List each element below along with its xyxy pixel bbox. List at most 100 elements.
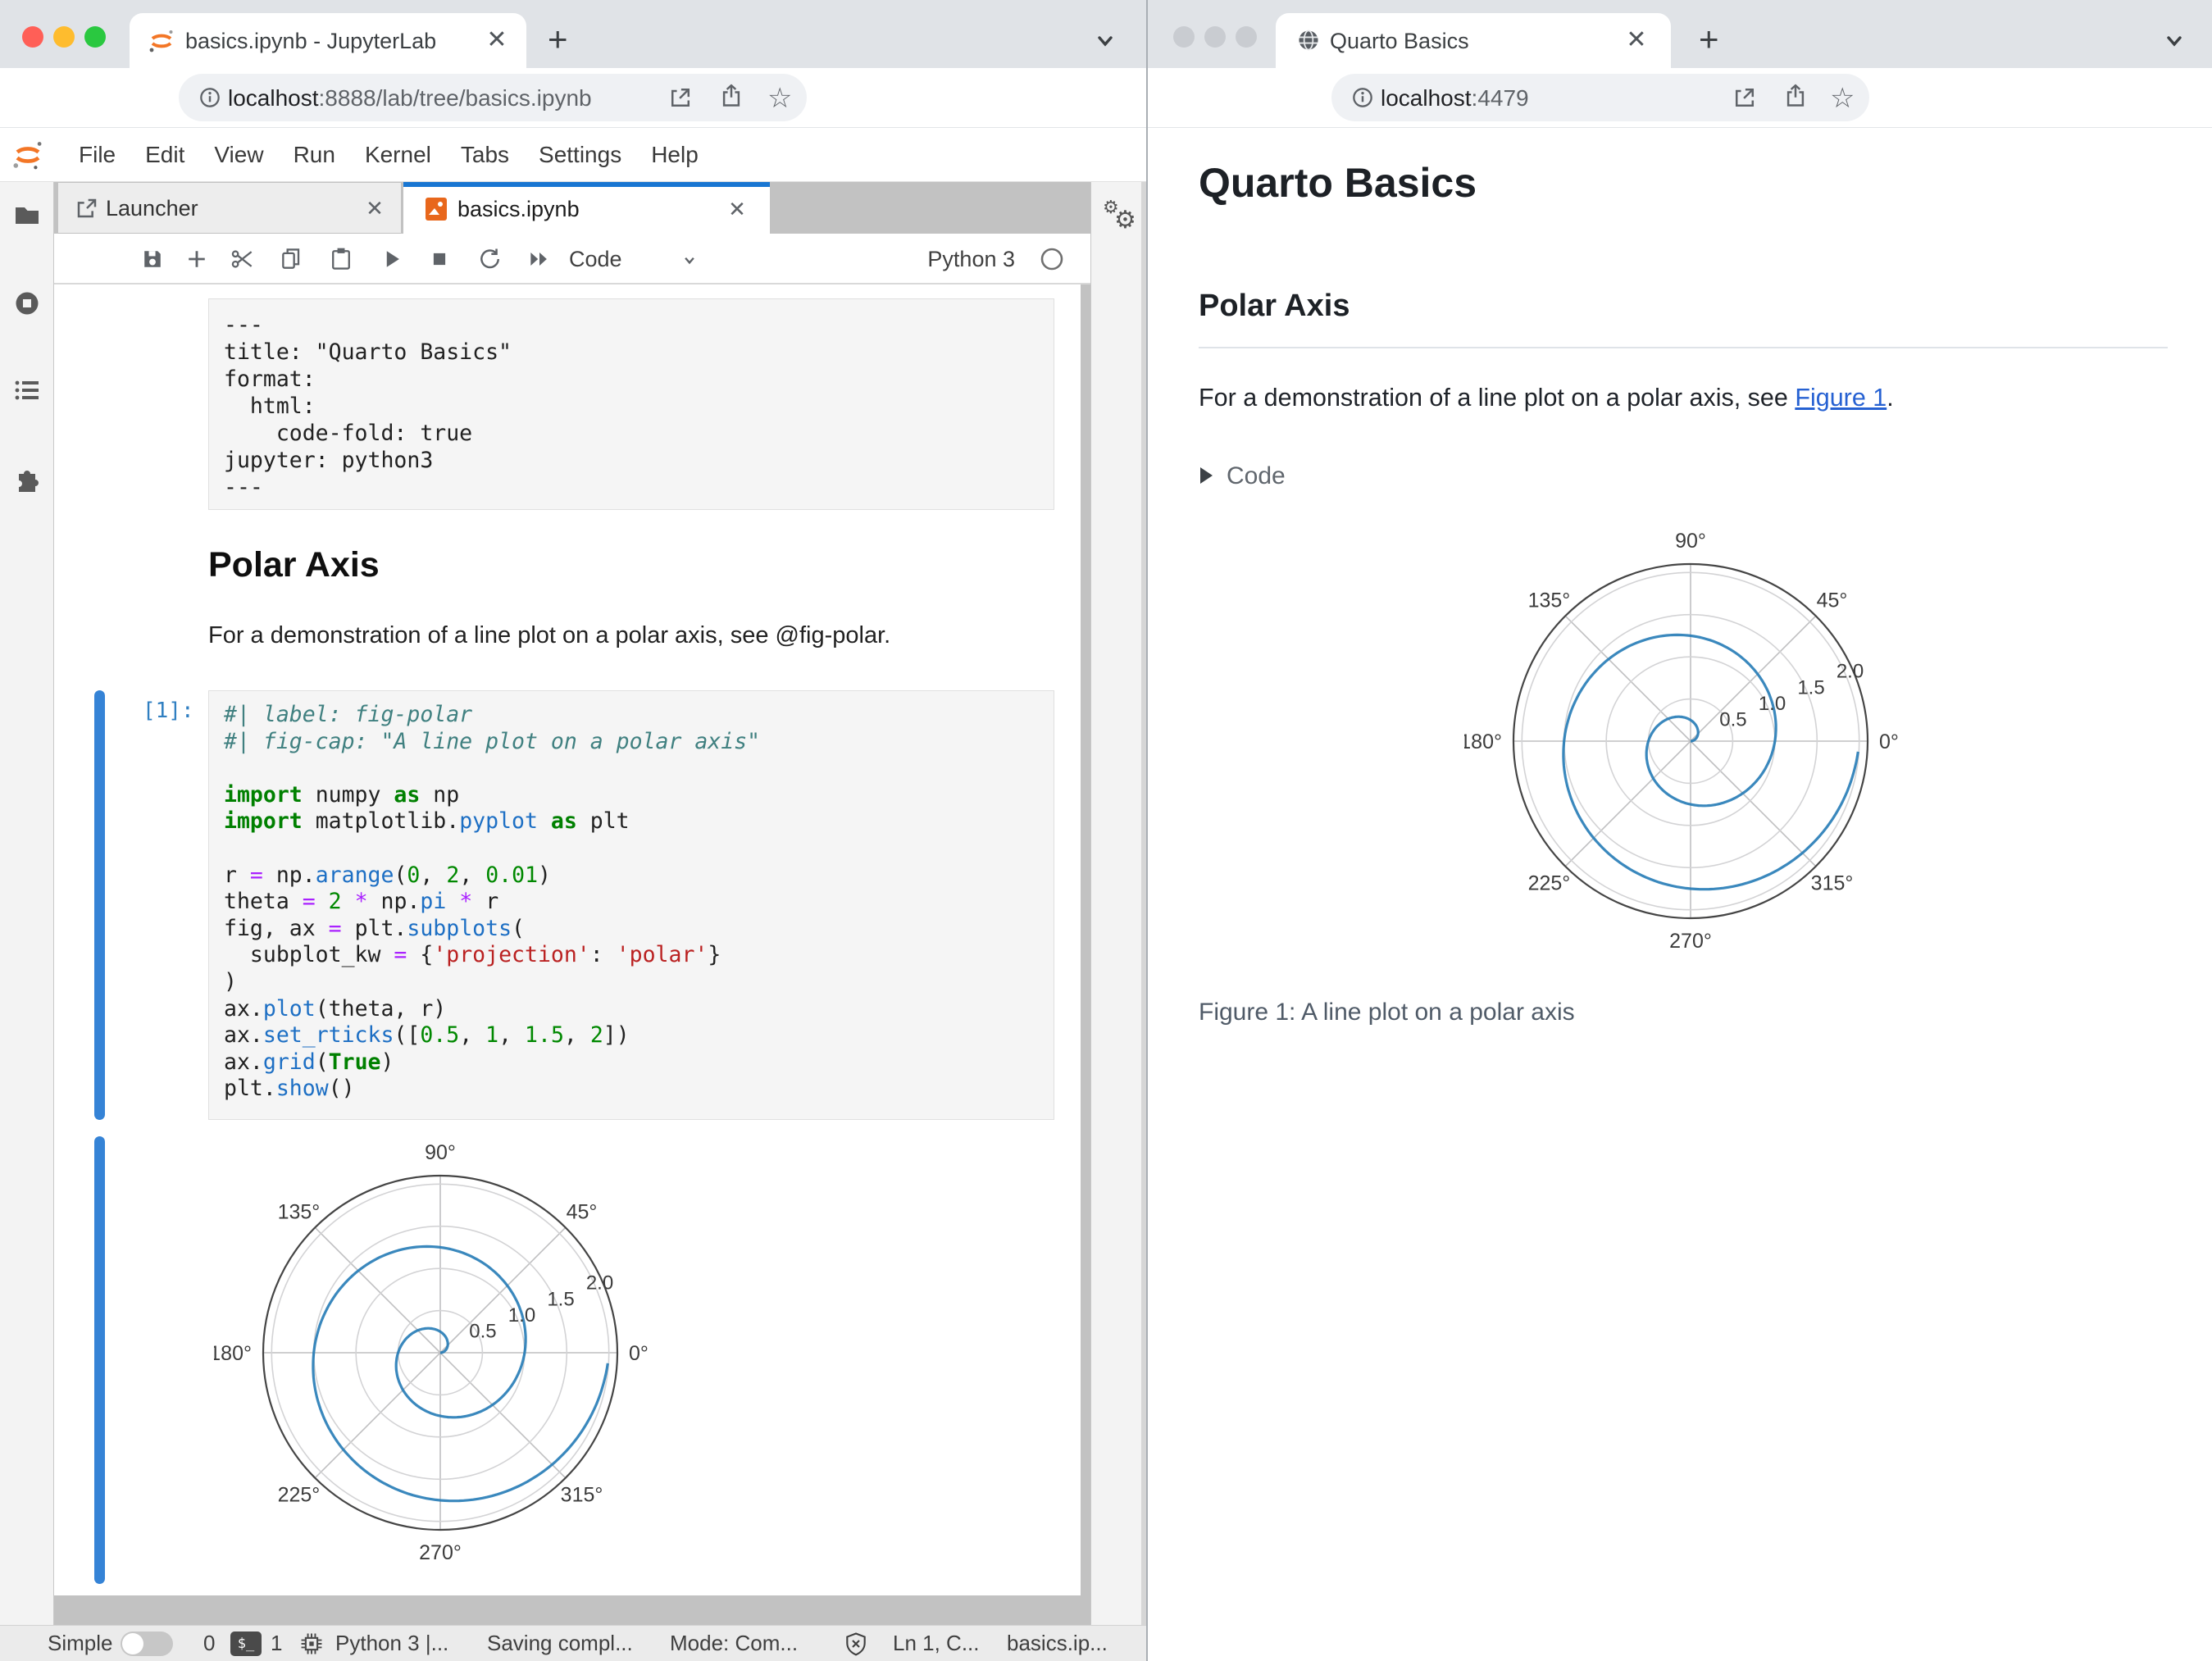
code-fold-disclosure[interactable]: Code [1199, 462, 1286, 490]
svg-text:1.5: 1.5 [547, 1288, 574, 1310]
address-bar[interactable]: localhost:4479 ☆ [1331, 74, 1869, 121]
tab-close-icon[interactable]: ✕ [484, 27, 510, 53]
browser-tab[interactable]: Quarto Basics ✕ [1276, 13, 1671, 68]
traffic-light-close[interactable] [22, 26, 43, 48]
menu-item-edit[interactable]: Edit [145, 142, 184, 168]
file-browser-icon[interactable] [12, 201, 42, 230]
restart-kernel-button[interactable] [477, 246, 503, 272]
table-of-contents-icon[interactable] [12, 375, 42, 405]
extension-manager-icon[interactable] [12, 464, 42, 494]
svg-text:45°: 45° [1817, 589, 1848, 612]
code-cell-input[interactable]: #| label: fig-polar #| fig-cap: "A line p… [208, 690, 1054, 1120]
kernel-status-text[interactable]: Python 3 |... [335, 1626, 448, 1661]
url-path: :8888/lab/tree/basics.ipynb [318, 85, 592, 111]
editor-mode[interactable]: Mode: Com... [670, 1626, 798, 1661]
share-icon[interactable] [1782, 83, 1809, 109]
cell-type-select[interactable]: Code [569, 247, 622, 272]
new-tab-button[interactable]: + [1699, 22, 1719, 57]
para-text: For a demonstration of a line plot on a … [1199, 384, 1796, 412]
svg-text:315°: 315° [561, 1484, 603, 1507]
share-icon[interactable] [718, 83, 744, 109]
svg-text:180°: 180° [1464, 730, 1502, 753]
quarto-browser-window: Quarto Basics ✕ + localhost:4479 ☆ Quart… [1148, 0, 2212, 1661]
traffic-light-minimize[interactable] [1204, 26, 1226, 48]
menu-item-settings[interactable]: Settings [539, 142, 621, 168]
simple-mode-toggle[interactable] [121, 1631, 173, 1656]
copy-cells-button[interactable] [279, 246, 305, 272]
kernel-chip-icon[interactable] [298, 1631, 325, 1657]
svg-text:315°: 315° [1811, 872, 1854, 895]
screenshot-stage: basics.ipynb - JupyterLab ✕ + localhost:… [0, 0, 2212, 1661]
menu-item-kernel[interactable]: Kernel [365, 142, 431, 168]
markdown-paragraph: For a demonstration of a line plot on a … [208, 622, 891, 648]
new-tab-button[interactable]: + [548, 22, 568, 57]
run-cell-button[interactable] [379, 246, 405, 272]
kernels-count: 1 [271, 1631, 283, 1655]
notebook-toolbar: Code Python 3 [54, 234, 1090, 284]
address-bar[interactable]: localhost:8888/lab/tree/basics.ipynb ☆ [179, 74, 807, 121]
toggle-knob [122, 1633, 143, 1654]
property-inspector-gears-icon[interactable]: ⚙ ⚙ [1101, 197, 1140, 236]
tab-close-icon[interactable]: ✕ [1623, 27, 1650, 53]
input-collapser[interactable] [94, 690, 105, 1120]
disclosure-triangle-icon [1200, 467, 1213, 484]
site-info-icon[interactable] [197, 84, 223, 111]
url-host: localhost [1381, 85, 1472, 111]
running-kernels-icon[interactable] [12, 289, 42, 318]
jupyter-favicon [148, 27, 175, 55]
cell-type-chevron-icon[interactable] [679, 250, 705, 276]
tab-notebook[interactable]: basics.ipynb ✕ [403, 182, 770, 234]
menu-item-tabs[interactable]: Tabs [461, 142, 509, 168]
svg-text:0°: 0° [1879, 730, 1899, 753]
output-collapser[interactable] [94, 1136, 105, 1584]
code-cell-text: #| label: fig-polar #| fig-cap: "A line p… [224, 702, 761, 1102]
kernel-name[interactable]: Python 3 [927, 247, 1015, 272]
markdown-heading: Polar Axis [208, 545, 380, 585]
quarto-page: Quarto Basics Polar Axis For a demonstra… [1148, 128, 2212, 1661]
bookmark-star-icon[interactable]: ☆ [1830, 82, 1855, 115]
svg-text:⚙: ⚙ [1114, 207, 1136, 234]
cut-cells-button[interactable] [230, 246, 256, 272]
trust-shield-icon[interactable] [843, 1631, 869, 1657]
figure-caption: Figure 1: A line plot on a polar axis [1199, 999, 1575, 1026]
terminal-icon[interactable]: $_ [230, 1631, 262, 1656]
window-edge-strip [1141, 182, 1146, 1625]
url-host: localhost [228, 85, 319, 111]
open-in-window-icon[interactable] [667, 84, 694, 111]
figure-link[interactable]: Figure 1 [1795, 384, 1887, 412]
globe-favicon [1295, 27, 1322, 53]
url-text[interactable]: localhost:4479 [1381, 85, 1529, 111]
tab-launcher[interactable]: Launcher ✕ [57, 182, 402, 234]
interrupt-kernel-button[interactable] [426, 246, 453, 272]
menu-item-view[interactable]: View [214, 142, 263, 168]
notebook-tab-close-icon[interactable]: ✕ [724, 196, 750, 222]
yaml-raw-cell[interactable]: --- title: "Quarto Basics" format: html: c… [208, 298, 1054, 510]
tab-search-chevron-icon[interactable] [1092, 28, 1118, 54]
launcher-icon [75, 196, 99, 221]
save-button[interactable] [139, 246, 166, 272]
kernel-status-icon[interactable] [1040, 247, 1066, 273]
traffic-light-minimize[interactable] [53, 26, 75, 48]
browser-tab-title: Quarto Basics [1330, 29, 1469, 53]
menu-item-help[interactable]: Help [651, 142, 699, 168]
launcher-tab-close-icon[interactable]: ✕ [362, 195, 388, 221]
simple-mode-label: Simple [48, 1631, 113, 1655]
add-cell-button[interactable] [184, 246, 210, 272]
browser-tab[interactable]: basics.ipynb - JupyterLab ✕ [130, 13, 526, 68]
paste-cells-button[interactable] [328, 246, 354, 272]
traffic-light-zoom[interactable] [1236, 26, 1257, 48]
url-text[interactable]: localhost:8888/lab/tree/basics.ipynb [228, 85, 592, 111]
svg-text:135°: 135° [1528, 589, 1571, 612]
menu-item-run[interactable]: Run [294, 142, 335, 168]
code-fold-label: Code [1227, 462, 1286, 489]
tab-search-chevron-icon[interactable] [2161, 28, 2187, 54]
svg-text:270°: 270° [419, 1541, 462, 1564]
traffic-light-close[interactable] [1173, 26, 1195, 48]
cursor-position[interactable]: Ln 1, C... [893, 1626, 980, 1661]
site-info-icon[interactable] [1350, 84, 1376, 111]
restart-run-all-button[interactable] [526, 246, 553, 272]
menu-item-file[interactable]: File [79, 142, 116, 168]
open-in-window-icon[interactable] [1732, 84, 1758, 111]
traffic-light-zoom[interactable] [84, 26, 106, 48]
bookmark-star-icon[interactable]: ☆ [767, 82, 792, 115]
